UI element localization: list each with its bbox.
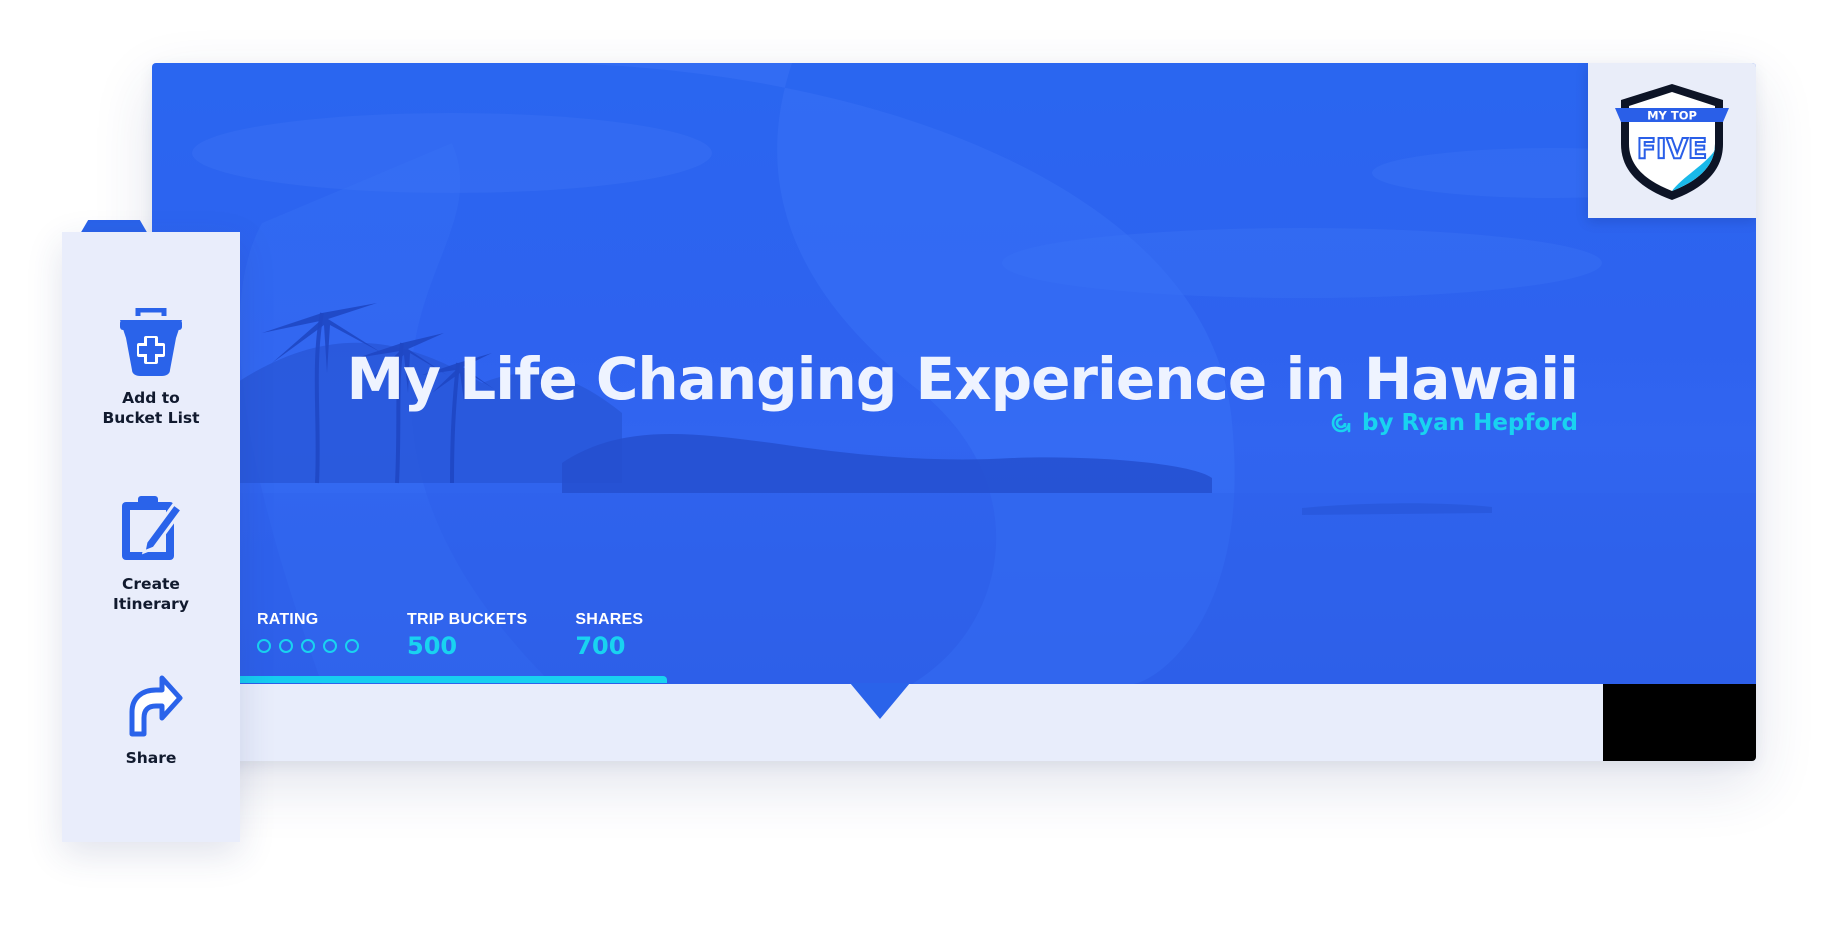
rating-dots[interactable]: [257, 639, 359, 653]
rating-label: RATING: [257, 611, 319, 628]
trip-buckets-value: 500: [407, 632, 458, 660]
add-to-bucket-list-label: Add to Bucket List: [102, 389, 200, 427]
page-title: My Life Changing Experience in Hawaii: [346, 345, 1579, 413]
shield-badge-icon: MY TOP FIVE: [1615, 83, 1729, 200]
shares-value: 700: [575, 632, 626, 660]
author-byline[interactable]: by Ryan Hepford: [1330, 410, 1578, 436]
black-panel: [1603, 684, 1756, 761]
shares-stat: SHARES 700: [575, 611, 643, 660]
trip-buckets-label: TRIP BUCKETS: [407, 611, 528, 628]
my-top-five-badge[interactable]: MY TOP FIVE: [1588, 63, 1756, 218]
share-arrow-icon: [129, 675, 183, 737]
badge-line1: MY TOP: [1647, 108, 1697, 122]
author-name: by Ryan Hepford: [1362, 410, 1578, 436]
caret-down-icon: [850, 683, 910, 719]
rating-dot[interactable]: [279, 639, 293, 653]
action-sidebar: Add to Bucket List Create Itinerary Shar…: [62, 232, 240, 842]
trip-buckets-stat: TRIP BUCKETS 500: [407, 611, 527, 660]
rating-stat: RATING: [257, 611, 359, 660]
author-swirl-icon: [1331, 413, 1351, 433]
shares-label: SHARES: [575, 611, 644, 628]
share-label: Share: [125, 749, 177, 767]
rating-dot[interactable]: [257, 639, 271, 653]
rating-dot[interactable]: [323, 639, 337, 653]
hero-banner: My Life Changing Experience in Hawaii by…: [152, 63, 1756, 684]
share-button[interactable]: Share: [62, 668, 240, 768]
rating-dot[interactable]: [301, 639, 315, 653]
stats-bar: RATING TRIP BUCKETS 500 SHARES 700: [257, 611, 691, 660]
add-to-bucket-list-button[interactable]: Add to Bucket List: [62, 307, 240, 428]
badge-line2: FIVE: [1637, 132, 1707, 165]
story-card: My Life Changing Experience in Hawaii by…: [152, 63, 1756, 761]
rating-dot[interactable]: [345, 639, 359, 653]
create-itinerary-button[interactable]: Create Itinerary: [62, 494, 240, 614]
clipboard-edit-icon: [122, 496, 185, 560]
create-itinerary-label: Create Itinerary: [113, 575, 189, 613]
basket-add-icon: [120, 307, 182, 376]
